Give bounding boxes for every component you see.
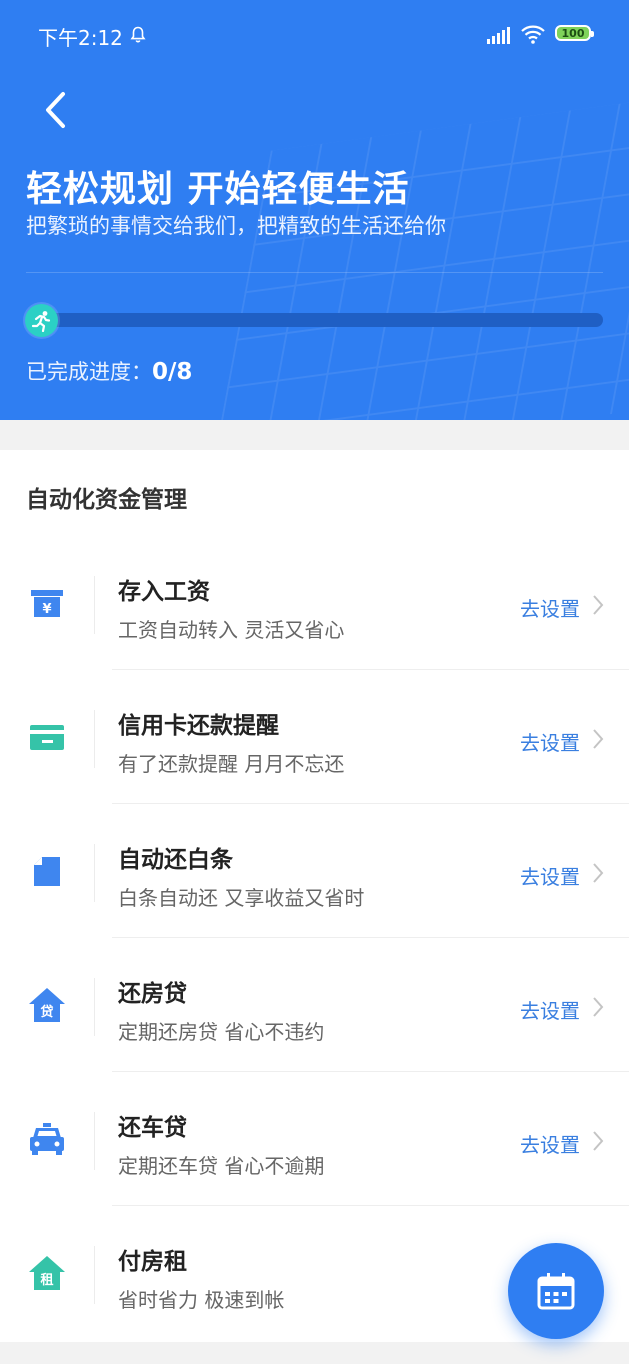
chevron-right-icon <box>593 997 604 1017</box>
house-rent-icon: 租 <box>29 1256 65 1290</box>
item-description: 白条自动还 又享收益又省时 <box>118 886 365 910</box>
item-description: 省时省力 极速到帐 <box>118 1288 285 1312</box>
progress-text: 已完成进度：0/8 <box>26 356 192 386</box>
setup-link[interactable]: 去设置 <box>520 995 580 1024</box>
item-title: 存入工资 <box>118 579 210 605</box>
back-button[interactable] <box>36 88 76 132</box>
divider <box>94 978 95 1036</box>
item-title: 自动还白条 <box>118 847 233 873</box>
battery-level: 100 <box>561 26 585 40</box>
item-title: 付房租 <box>118 1249 187 1275</box>
divider <box>94 576 95 634</box>
document-icon <box>34 857 60 886</box>
car-icon <box>30 1123 64 1155</box>
item-description: 工资自动转入 灵活又省心 <box>118 618 345 642</box>
wifi-icon <box>521 25 545 44</box>
setup-link[interactable]: 去设置 <box>520 1129 580 1158</box>
divider <box>94 844 95 902</box>
bell-icon <box>130 26 146 43</box>
setup-link[interactable]: 去设置 <box>520 593 580 622</box>
status-time: 下午2:12 <box>38 26 123 50</box>
credit-card-icon <box>30 725 64 750</box>
item-title: 还房贷 <box>118 981 187 1007</box>
divider <box>94 710 95 768</box>
list-item-credit-card[interactable]: 信用卡还款提醒 有了还款提醒 月月不忘还 去设置 <box>0 670 629 804</box>
chevron-right-icon <box>593 1131 604 1151</box>
item-description: 有了还款提醒 月月不忘还 <box>118 752 345 776</box>
item-title: 信用卡还款提醒 <box>118 713 279 739</box>
progress-bar <box>26 313 603 327</box>
list-item-salary[interactable]: ¥ 存入工资 工资自动转入 灵活又省心 去设置 <box>0 536 629 670</box>
progress-label: 已完成进度： <box>26 360 152 384</box>
salary-box-icon: ¥ <box>31 590 63 617</box>
divider <box>94 1112 95 1170</box>
page-title: 轻松规划 开始轻便生活 <box>26 169 410 210</box>
divider <box>26 272 603 273</box>
setup-link[interactable]: 去设置 <box>520 861 580 890</box>
chevron-right-icon <box>593 863 604 883</box>
house-loan-glyph: 贷 <box>40 1004 53 1020</box>
item-description: 定期还车贷 省心不逾期 <box>118 1154 325 1178</box>
progress-value: 0/8 <box>152 359 193 385</box>
status-bar: 下午2:12 100 <box>0 0 629 70</box>
signal-icon <box>487 27 510 44</box>
list-item-car-loan[interactable]: 还车贷 定期还车贷 省心不逾期 去设置 <box>0 1072 629 1206</box>
runner-icon <box>25 304 58 337</box>
item-description: 定期还房贷 省心不违约 <box>118 1020 325 1044</box>
item-title: 还车贷 <box>118 1115 187 1141</box>
list-item-mortgage[interactable]: 贷 还房贷 定期还房贷 省心不违约 去设置 <box>0 938 629 1072</box>
section-title: 自动化资金管理 <box>26 487 187 513</box>
background-pattern <box>212 92 629 420</box>
header-banner: 下午2:12 100 轻松规划 开始轻便生活 把繁琐的事情交给我们，把精致的生活… <box>0 0 629 420</box>
list-item-baitiao[interactable]: 自动还白条 白条自动还 又享收益又省时 去设置 <box>0 804 629 938</box>
divider <box>94 1246 95 1304</box>
calendar-icon <box>537 1273 575 1310</box>
house-rent-glyph: 租 <box>40 1273 53 1288</box>
svg-text:¥: ¥ <box>42 602 51 617</box>
chevron-right-icon <box>593 595 604 615</box>
house-loan-icon: 贷 <box>29 988 65 1022</box>
setup-link[interactable]: 去设置 <box>520 727 580 756</box>
chevron-right-icon <box>593 729 604 749</box>
page-subtitle: 把繁琐的事情交给我们，把精致的生活还给你 <box>26 214 446 238</box>
calendar-fab-button[interactable] <box>508 1243 604 1339</box>
battery-indicator: 100 <box>555 25 594 41</box>
